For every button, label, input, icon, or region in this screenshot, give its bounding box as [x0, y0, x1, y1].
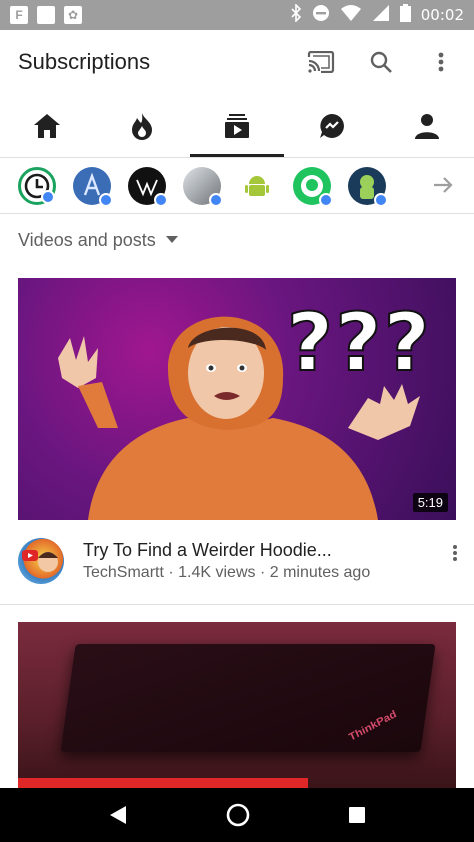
video-title[interactable]: Try To Find a Weirder Hoodie... — [83, 538, 440, 562]
channel-avatar[interactable] — [128, 166, 168, 207]
wifi-icon — [340, 4, 362, 26]
new-indicator — [374, 192, 388, 207]
android-icon — [245, 175, 269, 196]
channel-avatar[interactable] — [348, 166, 388, 207]
laptop-image: ThinkPad — [60, 644, 436, 752]
signal-icon — [372, 4, 390, 26]
tab-home[interactable] — [0, 94, 95, 157]
tab-subscriptions[interactable] — [189, 94, 285, 157]
new-indicator — [209, 192, 223, 207]
dnd-icon — [312, 4, 330, 26]
dropdown-arrow-icon — [165, 236, 178, 243]
new-indicator — [154, 192, 168, 207]
app-bar: Subscriptions — [0, 30, 474, 94]
new-indicator — [319, 192, 333, 207]
channel-avatar[interactable] — [18, 166, 56, 205]
app-icon — [37, 6, 55, 24]
search-icon[interactable] — [366, 47, 396, 77]
flame-icon — [132, 112, 153, 140]
photos-icon: ✿ — [64, 6, 82, 24]
subscriptions-icon — [224, 113, 249, 138]
channel-avatar[interactable] — [18, 538, 64, 584]
video-thumbnail[interactable]: ??? 5:19 — [18, 278, 456, 520]
divider — [0, 604, 474, 605]
content-filter-dropdown[interactable]: Videos and posts — [18, 214, 178, 266]
overlay-text: ??? — [286, 295, 432, 390]
more-vert-icon — [453, 545, 457, 561]
tab-account[interactable] — [379, 94, 474, 157]
recents-icon[interactable] — [348, 806, 366, 824]
status-bar: F ✿ 00:02 — [0, 0, 474, 30]
video-subtitle: TechSmartt · 1.4K views · 2 minutes ago — [83, 564, 371, 581]
video-thumbnail[interactable]: ThinkPad — [18, 622, 456, 788]
cast-icon[interactable] — [306, 47, 336, 77]
home-nav-icon[interactable] — [225, 802, 251, 828]
bluetooth-icon — [290, 3, 302, 26]
tab-trending[interactable] — [95, 94, 190, 157]
channel-strip — [0, 158, 474, 214]
tab-shared[interactable] — [284, 94, 379, 157]
new-indicator — [41, 189, 55, 204]
battery-icon — [399, 4, 411, 26]
tab-bar — [0, 94, 474, 158]
status-time: 00:02 — [420, 6, 464, 24]
channel-avatar[interactable] — [183, 166, 223, 207]
laptop-logo: ThinkPad — [347, 708, 399, 744]
channel-avatar[interactable] — [293, 166, 333, 207]
arrow-forward-icon[interactable] — [432, 174, 454, 196]
video-more-button[interactable] — [440, 544, 470, 562]
system-nav-bar — [0, 788, 474, 842]
title-banner — [18, 778, 308, 788]
flipboard-icon: F — [10, 6, 28, 24]
new-indicator — [99, 192, 113, 207]
home-icon — [34, 113, 61, 138]
chat-share-icon — [319, 113, 344, 138]
back-icon[interactable] — [108, 804, 128, 826]
filter-label: Videos and posts — [18, 229, 156, 250]
more-vert-icon[interactable] — [426, 47, 456, 77]
channel-avatar[interactable] — [238, 166, 276, 205]
channel-avatar[interactable] — [73, 166, 113, 207]
video-meta: Try To Find a Weirder Hoodie... TechSmar… — [18, 534, 474, 594]
person-icon — [414, 113, 439, 139]
video-duration: 5:19 — [412, 493, 448, 512]
page-title: Subscriptions — [18, 49, 151, 74]
